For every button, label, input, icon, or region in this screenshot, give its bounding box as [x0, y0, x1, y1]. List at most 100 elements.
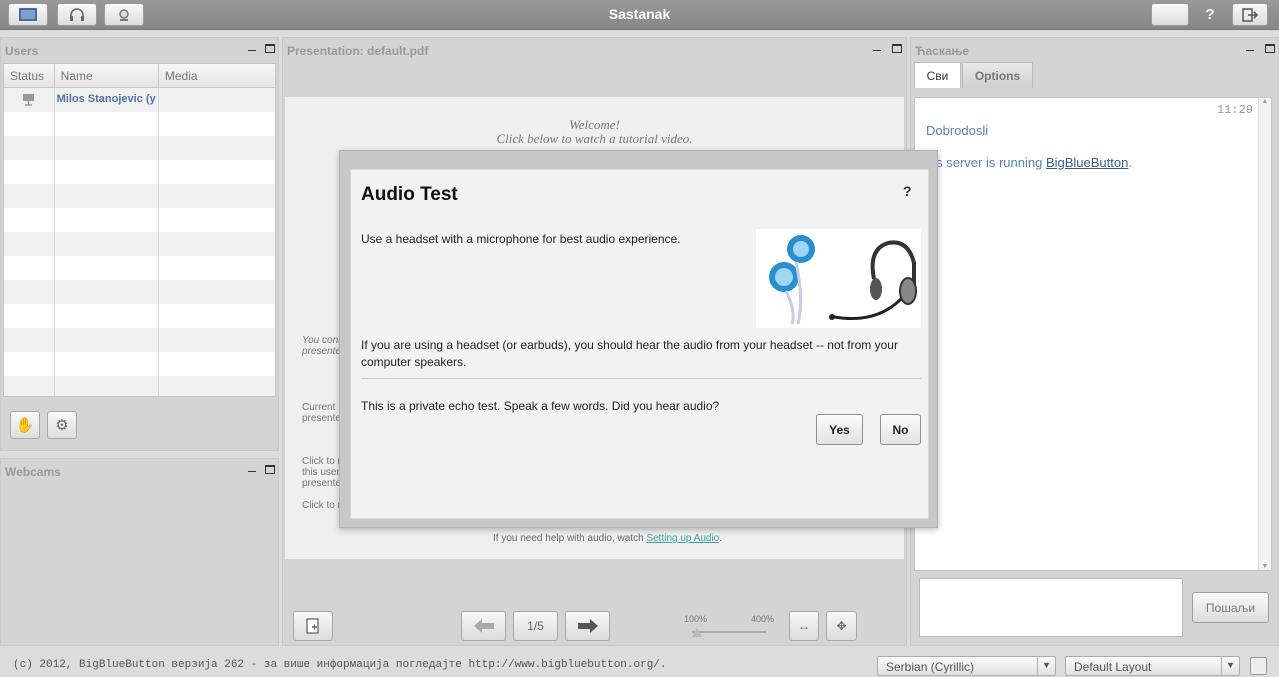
minimize-icon[interactable]: [248, 50, 256, 51]
fit-width-icon: ↔: [798, 619, 810, 633]
column-status[interactable]: Status: [4, 64, 55, 87]
next-slide-button[interactable]: [565, 611, 610, 641]
table-row: [4, 232, 275, 256]
chat-messages: 11:29 Dobrodosli his server is running B…: [914, 97, 1272, 571]
dialog-echo-question: This is a private echo test. Speak a few…: [361, 399, 720, 413]
raise-hand-button[interactable]: ✋: [10, 411, 40, 439]
maximize-icon[interactable]: [265, 44, 275, 53]
slide-text: Current: [302, 402, 336, 413]
users-grid-body: Milos Stanojevic (y: [4, 88, 275, 396]
chat-timestamp: 11:29: [1216, 103, 1253, 117]
slide-text: this user: [302, 467, 340, 478]
move-icon: ✥: [836, 619, 847, 633]
table-row: [4, 328, 275, 352]
desktop-share-button[interactable]: [8, 3, 48, 26]
monitor-icon: [19, 8, 37, 21]
arrow-right-icon: [577, 619, 598, 633]
scroll-down-icon[interactable]: ▼: [1259, 563, 1271, 570]
dialog-headset-note: If you are using a headset (or earbuds),…: [361, 338, 898, 369]
fit-page-button[interactable]: ✥: [826, 611, 857, 641]
maximize-icon[interactable]: [892, 44, 902, 53]
dialog-help-button[interactable]: ?: [903, 183, 912, 199]
help-button[interactable]: ?: [1200, 6, 1220, 23]
hand-icon: ✋: [15, 417, 35, 434]
upload-icon: [306, 618, 319, 634]
webcams-panel-title: Webcams: [5, 465, 61, 479]
audio-help-text: If you need help with audio, watch Setti…: [493, 533, 723, 544]
slide-text: presente: [302, 413, 341, 424]
dialog-instruction: Use a headset with a microphone for best…: [361, 232, 681, 246]
presentation-title: Presentation: default.pdf: [287, 44, 429, 58]
audio-test-dialog: Audio Test ? Use a headset with a microp…: [339, 150, 938, 528]
users-grid: Status Name Media Milos Stanojevic (y: [3, 63, 276, 397]
column-media[interactable]: Media: [159, 64, 275, 87]
fit-width-button[interactable]: ↔: [789, 611, 819, 641]
settings-toolbar-button[interactable]: [1151, 3, 1189, 26]
page-indicator[interactable]: 1/5: [513, 611, 558, 641]
user-settings-button[interactable]: ⚙: [47, 411, 77, 439]
top-bar: Sastanak ?: [0, 0, 1279, 30]
table-row: [4, 112, 275, 136]
lock-layout-button[interactable]: [1250, 657, 1267, 675]
webcams-panel: Webcams: [0, 458, 279, 646]
audio-test-body: Audio Test ? Use a headset with a microp…: [350, 169, 929, 519]
users-panel-title: Users: [5, 44, 39, 58]
column-name[interactable]: Name: [55, 64, 159, 87]
copyright-text: (c) 2012, BigBlueButton верзија 262 - за…: [13, 659, 667, 671]
yes-button[interactable]: Yes: [816, 414, 863, 445]
users-grid-header: Status Name Media: [4, 64, 275, 88]
audio-button[interactable]: [57, 3, 97, 26]
dialog-title: Audio Test: [361, 184, 458, 205]
arrow-left-icon: [473, 619, 494, 633]
user-name: Milos Stanojevic (y: [55, 88, 159, 112]
send-button[interactable]: Пошаљи: [1192, 592, 1269, 623]
headset-image: [756, 229, 921, 328]
language-value: Serbian (Cyrillic): [886, 660, 975, 674]
no-button[interactable]: No: [880, 414, 921, 445]
zoom-slider-thumb[interactable]: [692, 627, 702, 637]
scroll-up-icon[interactable]: ▲: [1259, 98, 1271, 105]
zoom-min-label: 100%: [684, 614, 708, 624]
dialog-divider: [361, 378, 921, 379]
table-row: [4, 280, 275, 304]
table-row[interactable]: Milos Stanojevic (y: [4, 88, 275, 112]
slide-text: presente: [302, 346, 341, 357]
table-row: [4, 160, 275, 184]
bigbluebutton-link[interactable]: BigBlueButton: [1046, 155, 1128, 170]
minimize-icon[interactable]: [873, 50, 881, 51]
layout-value: Default Layout: [1074, 660, 1152, 674]
language-select[interactable]: Serbian (Cyrillic) ▼: [877, 656, 1056, 676]
table-row: [4, 376, 275, 396]
previous-slide-button[interactable]: [461, 611, 506, 641]
table-row: [4, 304, 275, 328]
table-row: [4, 136, 275, 160]
table-row: [4, 208, 275, 232]
chat-panel-title: Ћаскање: [915, 44, 970, 58]
upload-button[interactable]: [293, 611, 333, 641]
chat-scrollbar[interactable]: ▲ ▼: [1258, 98, 1271, 570]
user-media: [159, 88, 275, 112]
tab-options[interactable]: Options: [962, 62, 1033, 88]
minimize-icon[interactable]: [248, 471, 256, 472]
zoom-slider-track[interactable]: [692, 631, 766, 633]
tab-all[interactable]: Сви: [914, 62, 961, 88]
layout-select[interactable]: Default Layout ▼: [1065, 656, 1240, 676]
chevron-down-icon: ▼: [1221, 657, 1239, 675]
minimize-icon[interactable]: [1246, 50, 1254, 51]
chat-input[interactable]: [919, 578, 1183, 637]
slide-text: presente: [302, 478, 341, 489]
chat-message: his server is running BigBlueButton.: [926, 155, 1132, 170]
headset-icon: [70, 7, 84, 21]
chevron-down-icon: ▼: [1037, 657, 1055, 675]
webcam-button[interactable]: [104, 3, 144, 26]
slide-text: You cont: [302, 335, 341, 346]
table-row: [4, 256, 275, 280]
setting-up-audio-link[interactable]: Setting up Audio: [646, 533, 719, 544]
table-row: [4, 184, 275, 208]
maximize-icon[interactable]: [1265, 44, 1275, 53]
gear-icon: ⚙: [55, 417, 69, 434]
logout-button[interactable]: [1232, 3, 1268, 26]
maximize-icon[interactable]: [265, 465, 275, 474]
slide-welcome-sub: Click below to watch a tutorial video.: [496, 131, 693, 146]
chat-message: Dobrodosli: [926, 123, 989, 138]
